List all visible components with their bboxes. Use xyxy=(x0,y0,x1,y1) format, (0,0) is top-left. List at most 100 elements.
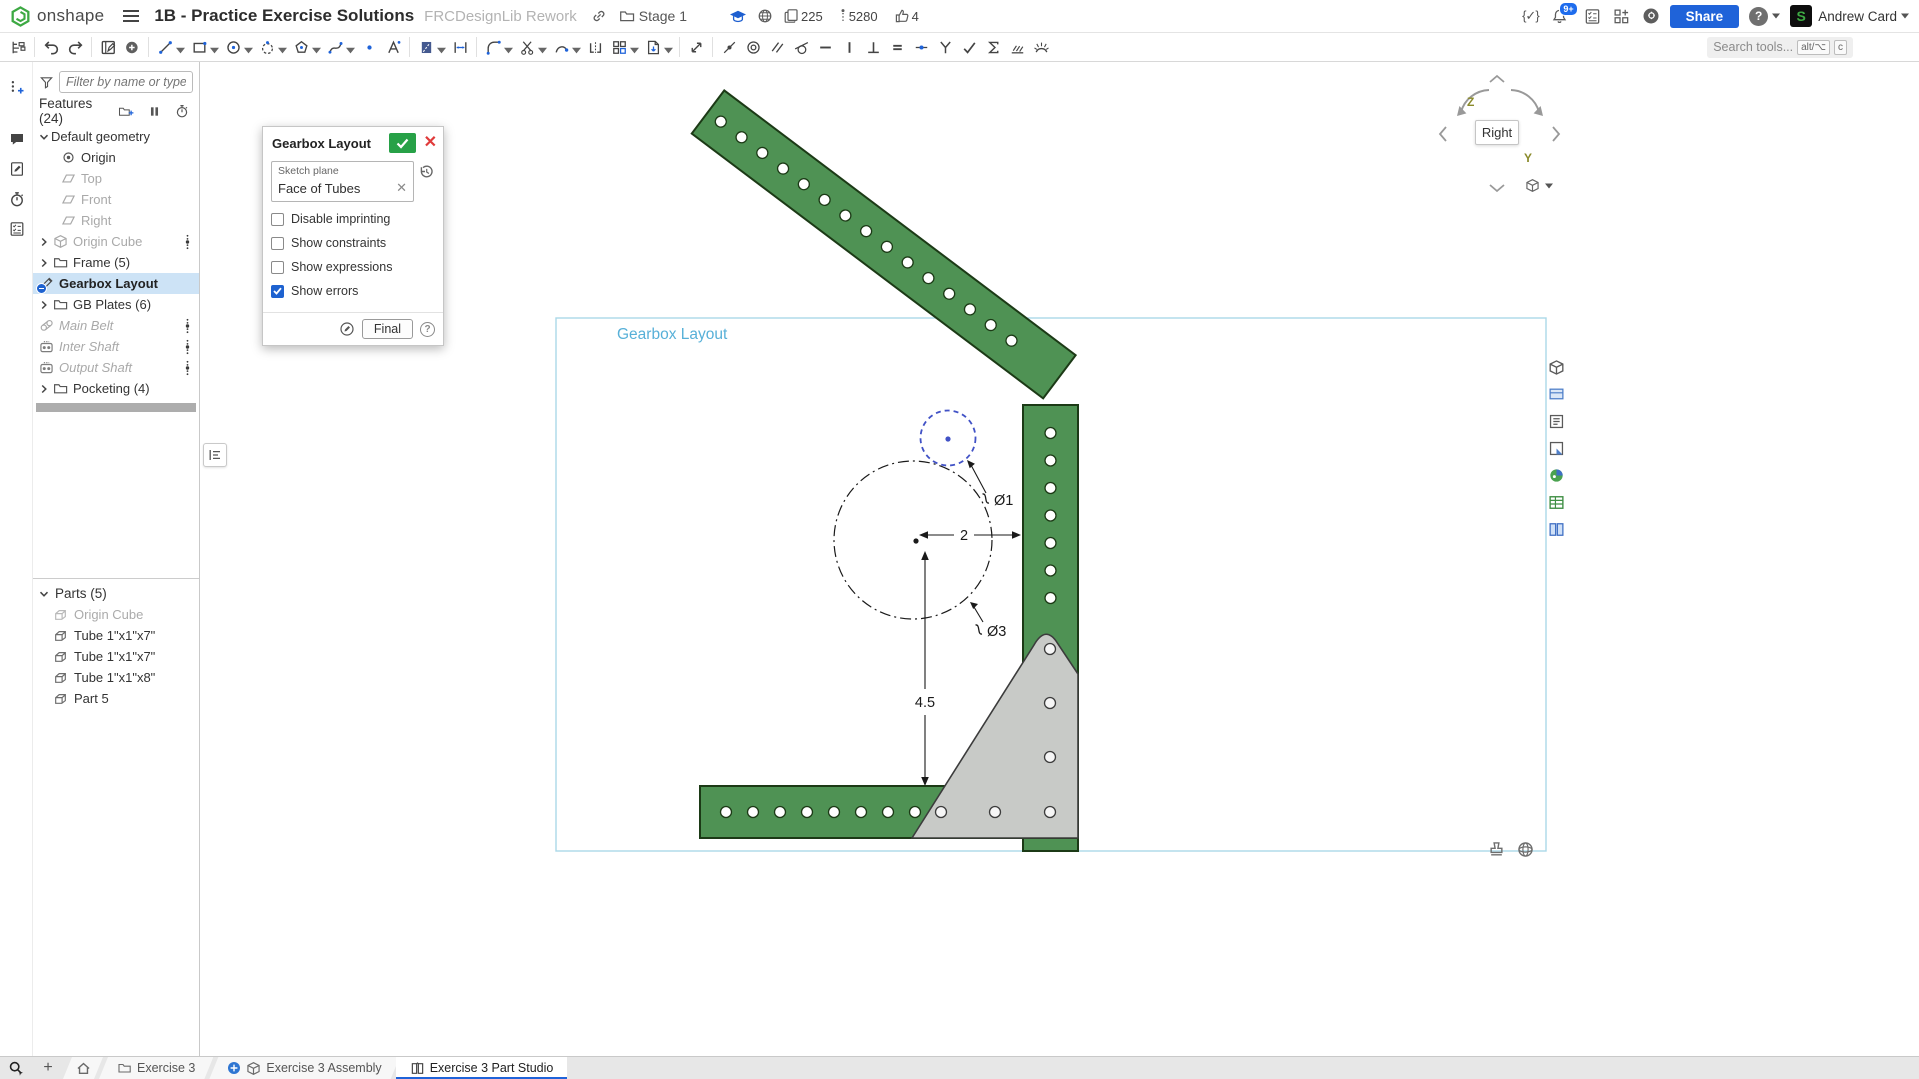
import-dxf-button[interactable] xyxy=(641,35,665,59)
collapse-panel-button[interactable] xyxy=(203,443,227,467)
checkbox-box[interactable] xyxy=(271,212,284,226)
chevron-right-icon[interactable] xyxy=(37,383,51,395)
user-menu-caret-icon[interactable] xyxy=(1901,13,1909,19)
tree-item-gearbox-layout[interactable]: Gearbox Layout xyxy=(33,273,199,294)
tree-item-top-plane[interactable]: Top xyxy=(33,168,199,189)
appearance-panel-icon[interactable] xyxy=(1547,466,1566,485)
construction-circle-tool-button[interactable] xyxy=(255,35,279,59)
curvature-constraint-button[interactable] xyxy=(957,35,981,59)
named-views-icon[interactable] xyxy=(1547,385,1566,404)
item-menu-dots-icon[interactable] xyxy=(184,360,191,376)
bom-table-icon[interactable] xyxy=(1547,493,1566,512)
use-project-tool-button[interactable] xyxy=(549,35,573,59)
new-tab-button[interactable]: + xyxy=(33,1057,63,1079)
link-icon[interactable] xyxy=(591,8,607,24)
sketch-dialog-header[interactable]: Gearbox Layout ✕ xyxy=(263,127,443,159)
new-folder-icon[interactable] xyxy=(118,105,134,118)
circle-tool-caret-icon[interactable] xyxy=(244,47,253,54)
fillet-caret-icon[interactable] xyxy=(504,47,513,54)
filter-funnel-icon[interactable] xyxy=(39,75,54,90)
tree-folder-frame[interactable]: Frame (5) xyxy=(33,252,199,273)
transform-tool-button[interactable] xyxy=(684,35,708,59)
dimension-height[interactable]: 4.5 xyxy=(915,551,935,786)
item-menu-dots-icon[interactable] xyxy=(184,318,191,334)
rollback-bar[interactable] xyxy=(36,403,196,412)
feature-list-toggle-icon[interactable] xyxy=(6,35,30,59)
fillet-tool-button[interactable] xyxy=(481,35,505,59)
tree-item-main-belt[interactable]: Main Belt xyxy=(33,315,199,336)
checkbox-box[interactable] xyxy=(271,260,284,274)
dialog-accept-button[interactable] xyxy=(388,133,416,153)
share-button[interactable]: Share xyxy=(1669,4,1740,28)
chevron-down-icon[interactable] xyxy=(37,588,51,600)
tab-exercise-3-assembly[interactable]: Exercise 3 Assembly xyxy=(209,1057,399,1079)
dimension-diameter-3[interactable]: Ø3 xyxy=(970,602,1006,640)
like-icon[interactable] xyxy=(894,8,910,24)
line-tool-button[interactable] xyxy=(153,35,177,59)
item-menu-dots-icon[interactable] xyxy=(184,234,191,250)
tree-item-origin-cube[interactable]: Origin Cube xyxy=(33,231,199,252)
versions-history-icon[interactable] xyxy=(0,184,33,214)
polygon-tool-button[interactable] xyxy=(289,35,313,59)
bom-checklist-icon[interactable] xyxy=(0,214,33,244)
diagonal-tube[interactable] xyxy=(690,89,1078,400)
sketch-button[interactable] xyxy=(96,35,120,59)
help-caret-icon[interactable] xyxy=(1772,13,1780,19)
mirror-tool-button[interactable] xyxy=(583,35,607,59)
dialog-cancel-button[interactable]: ✕ xyxy=(424,135,437,151)
checkbox-box[interactable] xyxy=(271,236,284,250)
scene-stamp-icon[interactable] xyxy=(1487,840,1506,859)
vertical-constraint-button[interactable] xyxy=(837,35,861,59)
construction-toggle-button[interactable] xyxy=(414,35,438,59)
tree-group-default-geometry[interactable]: Default geometry xyxy=(33,126,199,147)
text-tool-button[interactable] xyxy=(381,35,405,59)
public-globe-icon[interactable] xyxy=(757,8,773,24)
trim-caret-icon[interactable] xyxy=(538,47,547,54)
tree-item-right-plane[interactable]: Right xyxy=(33,210,199,231)
part-item-tube-2[interactable]: Tube 1"x1"x7" xyxy=(33,646,199,667)
checkbox-box-checked[interactable] xyxy=(271,284,284,298)
search-tools[interactable]: Search tools... alt/⌥ c xyxy=(1707,36,1853,58)
spline-tool-caret-icon[interactable] xyxy=(346,47,355,54)
tab-manager-icon[interactable] xyxy=(0,1057,33,1079)
filter-input[interactable] xyxy=(59,71,193,93)
redo-button[interactable] xyxy=(63,35,87,59)
tasks-icon[interactable] xyxy=(1584,8,1601,25)
rectangle-tool-caret-icon[interactable] xyxy=(210,47,219,54)
notifications-button[interactable]: 9+ xyxy=(1551,1,1578,25)
trim-tool-button[interactable] xyxy=(515,35,539,59)
construction-circle-caret-icon[interactable] xyxy=(278,47,287,54)
dimension-tool-button[interactable] xyxy=(448,35,472,59)
ai-assistant-icon[interactable] xyxy=(1642,7,1660,25)
circle-tool-button[interactable] xyxy=(221,35,245,59)
dimension-diameter-1[interactable]: Ø1 xyxy=(967,460,1013,509)
release-notes-icon[interactable] xyxy=(0,154,33,184)
dialog-help-icon[interactable]: ? xyxy=(420,321,435,337)
split-panes-icon[interactable] xyxy=(1547,520,1566,539)
polygon-tool-caret-icon[interactable] xyxy=(312,47,321,54)
curvature-comb-button[interactable] xyxy=(1029,35,1053,59)
checkbox-show-expressions[interactable]: Show expressions xyxy=(271,260,435,274)
hatch-button[interactable] xyxy=(1005,35,1029,59)
view-cube[interactable]: Z Y Right xyxy=(1437,68,1562,203)
import-dxf-caret-icon[interactable] xyxy=(664,47,673,54)
checkbox-disable-imprinting[interactable]: Disable imprinting xyxy=(271,212,435,226)
sigma-variable-button[interactable] xyxy=(981,35,1005,59)
insert-image-button[interactable] xyxy=(120,35,144,59)
checkbox-show-errors[interactable]: Show errors xyxy=(271,284,435,298)
main-menu-icon[interactable] xyxy=(122,9,140,23)
graphics-canvas[interactable]: Gearbox Layout 2 4.5 Ø1 Ø3 Z Y Right xyxy=(200,62,1919,1056)
pierce-constraint-button[interactable] xyxy=(933,35,957,59)
education-icon[interactable] xyxy=(729,9,747,24)
undo-button[interactable] xyxy=(39,35,63,59)
point-tool-button[interactable] xyxy=(357,35,381,59)
part-item-tube-1[interactable]: Tube 1"x1"x7" xyxy=(33,625,199,646)
rectangle-tool-button[interactable] xyxy=(187,35,211,59)
insert-feature-icon[interactable] xyxy=(0,72,33,102)
part-item-origin-cube[interactable]: Origin Cube xyxy=(33,604,199,625)
view-cube-menu-icon[interactable] xyxy=(1525,178,1540,193)
tangent-constraint-button[interactable] xyxy=(789,35,813,59)
selection-options-icon[interactable] xyxy=(1547,439,1566,458)
tree-item-inter-shaft[interactable]: Inter Shaft xyxy=(33,336,199,357)
concentric-constraint-button[interactable] xyxy=(741,35,765,59)
